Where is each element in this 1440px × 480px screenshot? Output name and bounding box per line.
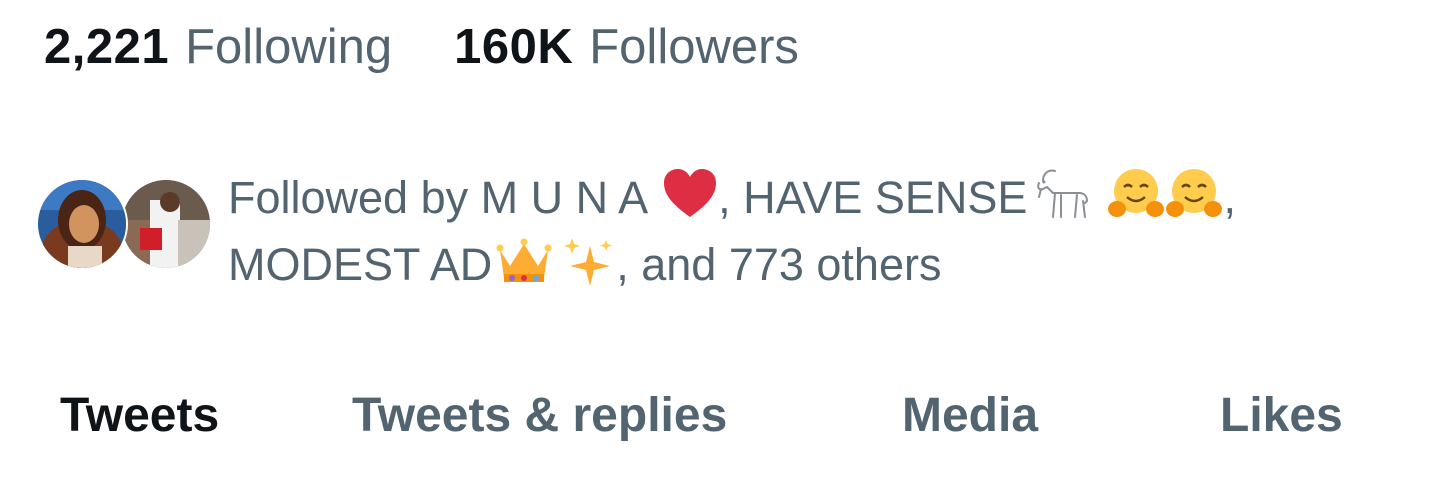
follower-name: HAVE SENSE [743,172,1028,223]
following-link[interactable]: 2,221 Following [44,19,392,75]
heart-icon [662,167,718,221]
followed-by-text: Followed by M U N A, HAVE SENSE, MODEST A… [228,164,1358,298]
crown-icon [496,234,552,288]
follow-stats: 2,221 Following 160K Followers [44,14,799,80]
avatar [36,178,128,270]
avatar-icon [122,180,210,268]
sparkles-icon [560,234,616,288]
tab-media[interactable]: Media [902,380,1038,450]
separator: , [718,172,744,223]
profile-tabs: Tweets Tweets & replies Media Likes [0,380,1440,450]
hugging-face-icon [1165,167,1223,221]
follower-name: M U N A [480,172,649,223]
tab-likes[interactable]: Likes [1220,380,1343,450]
followed-by-suffix: , and 773 others [616,239,942,290]
hugging-face-icon [1107,167,1165,221]
separator: , [1223,172,1236,223]
avatar-icon [38,180,126,268]
avatar-stack [36,178,212,270]
following-label: Following [185,20,393,74]
goat-icon [1029,167,1093,221]
tab-tweets-and-replies[interactable]: Tweets & replies [352,380,727,450]
follower-name: MODEST AD [228,239,493,290]
followers-label: Followers [589,20,799,74]
followers-link[interactable]: 160K Followers [454,19,799,75]
followers-count: 160K [454,20,574,74]
followers-you-know[interactable]: Followed by M U N A, HAVE SENSE, MODEST A… [36,164,1416,298]
avatar [120,178,212,270]
following-count: 2,221 [44,20,170,74]
followed-by-prefix: Followed by [228,172,481,223]
tab-tweets[interactable]: Tweets [60,380,219,450]
